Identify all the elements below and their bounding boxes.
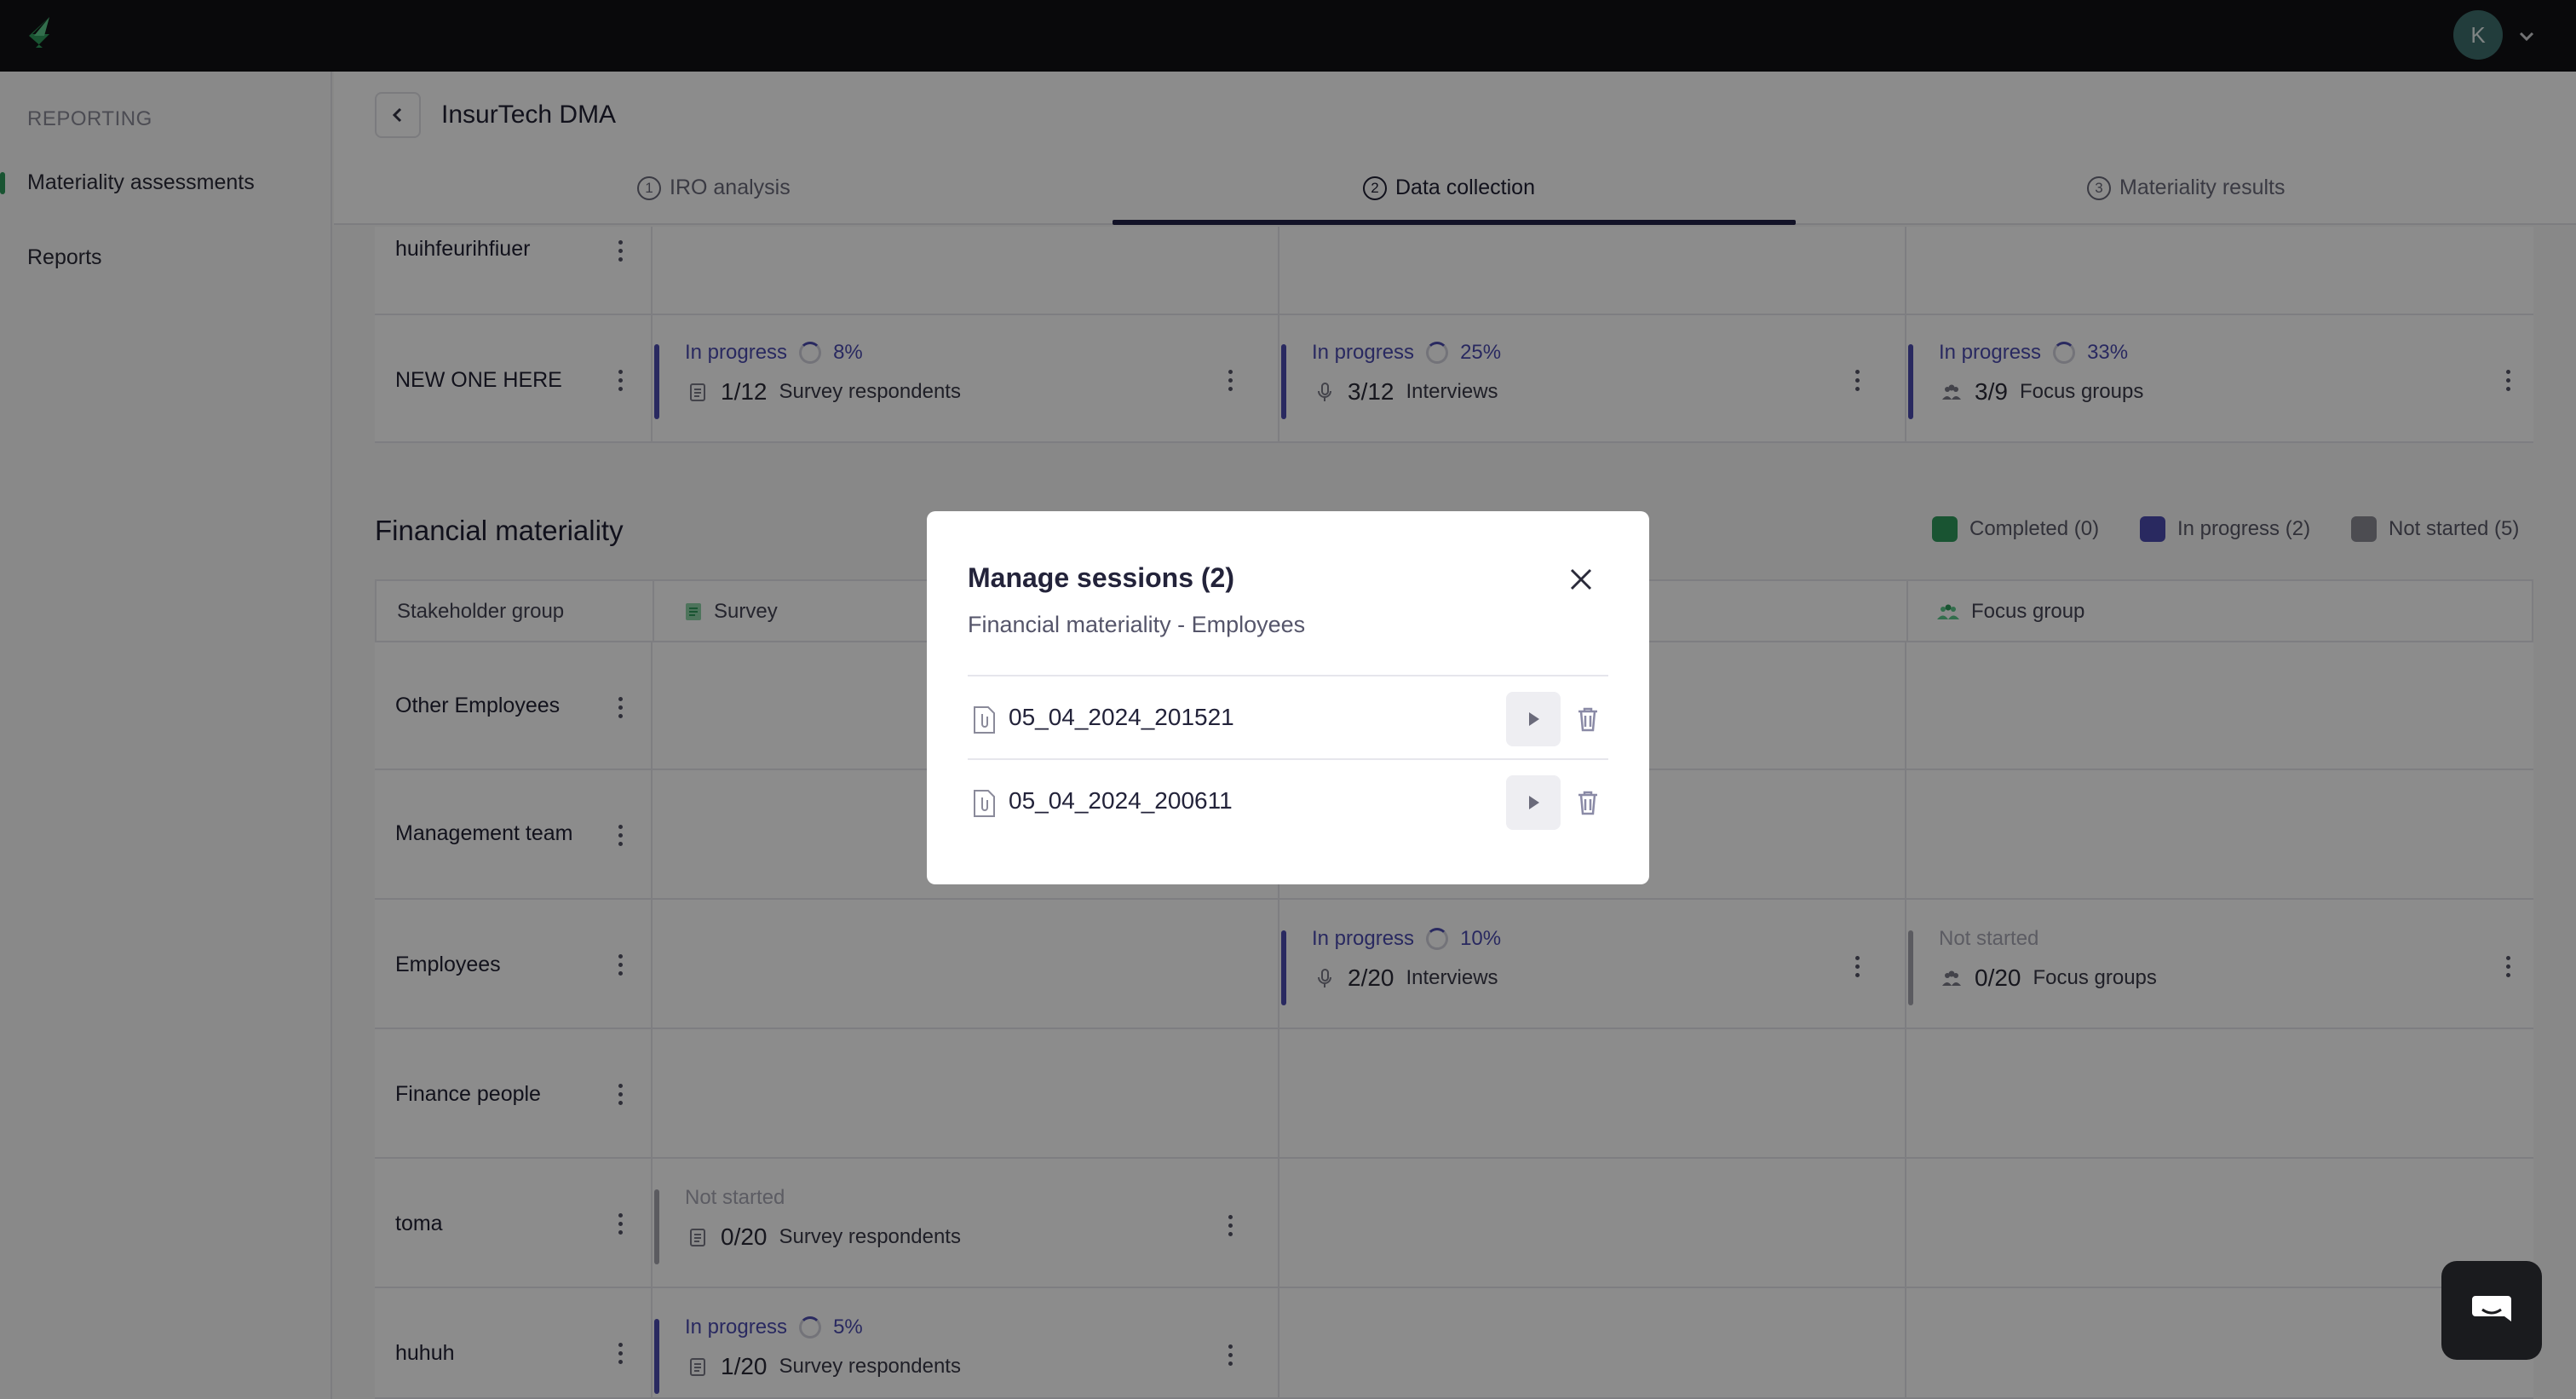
play-icon	[1529, 712, 1539, 726]
session-item: 05_04_2024_200611	[968, 758, 1608, 842]
file-attachment-icon	[974, 790, 995, 817]
trash-icon	[1578, 707, 1597, 732]
play-button[interactable]	[1506, 692, 1561, 746]
close-icon	[1570, 568, 1592, 590]
play-button[interactable]	[1506, 775, 1561, 830]
chat-launcher-button[interactable]	[2441, 1261, 2542, 1360]
file-attachment-icon	[974, 706, 995, 734]
delete-button[interactable]	[1573, 702, 1603, 736]
play-icon	[1529, 796, 1539, 809]
close-button[interactable]	[1562, 561, 1600, 598]
session-name: 05_04_2024_200611	[1009, 787, 1233, 814]
dialog-title: Manage sessions (2)	[968, 562, 1234, 593]
delete-button[interactable]	[1573, 786, 1603, 820]
session-name: 05_04_2024_201521	[1009, 704, 1234, 730]
chat-icon	[2472, 1296, 2511, 1321]
session-item: 05_04_2024_201521	[968, 675, 1608, 758]
trash-icon	[1578, 791, 1597, 815]
manage-sessions-dialog: Manage sessions (2) Financial materialit…	[927, 511, 1649, 884]
dialog-subtitle: Financial materiality - Employees	[968, 612, 1306, 637]
